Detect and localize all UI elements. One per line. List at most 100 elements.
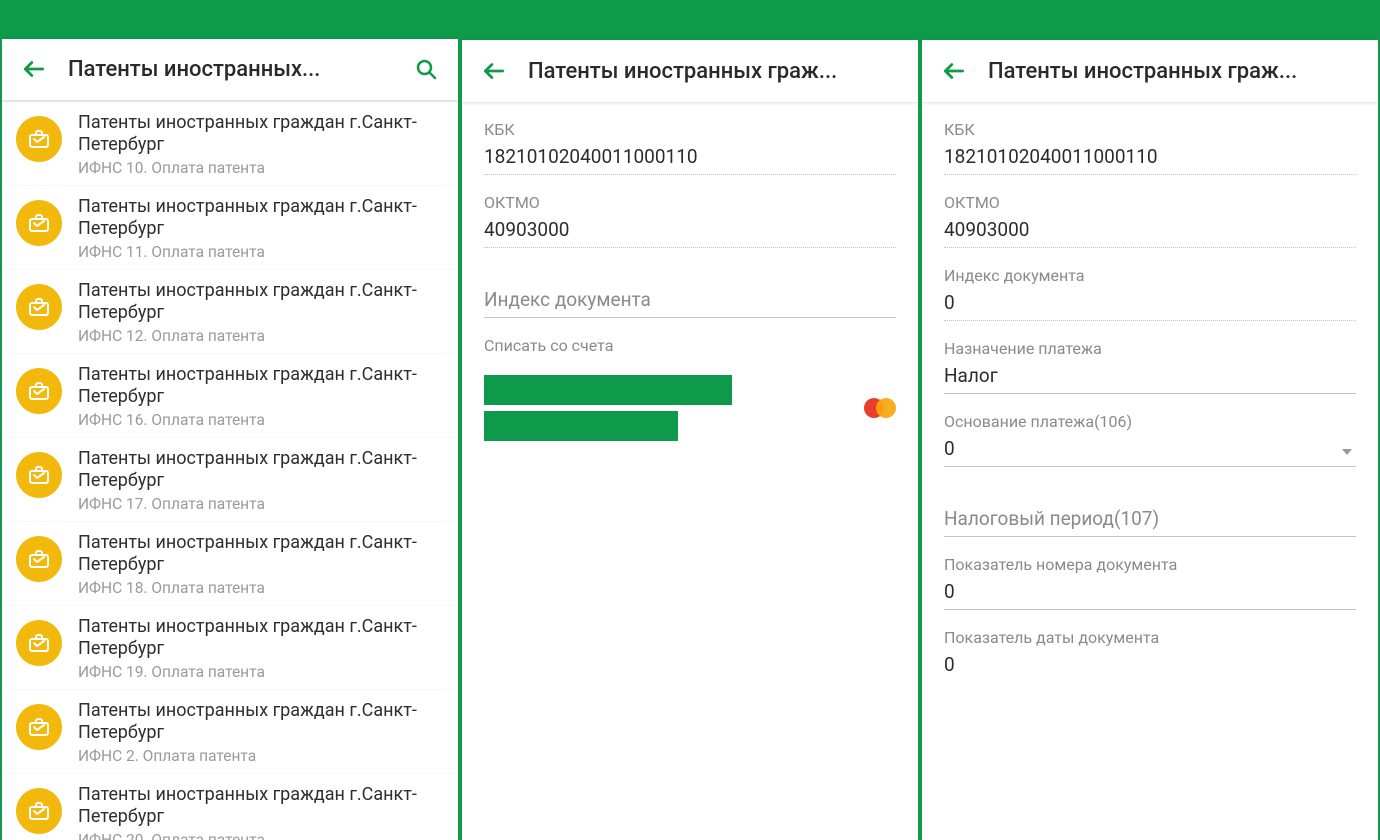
docnum-label: Показатель номера документа xyxy=(944,555,1356,574)
list-item-text: Патенты иностранных граждан г.Санкт-Пете… xyxy=(78,616,442,681)
page-title: Патенты иностранных... xyxy=(54,57,406,82)
list-item-title: Патенты иностранных граждан г.Санкт-Пете… xyxy=(78,448,442,493)
list-item-title: Патенты иностранных граждан г.Санкт-Пете… xyxy=(78,364,442,409)
back-button[interactable] xyxy=(14,49,54,89)
kbk-label: КБК xyxy=(484,120,896,139)
account-selector[interactable] xyxy=(484,361,896,441)
page-title: Патенты иностранных граж... xyxy=(514,59,906,84)
status-bar xyxy=(2,0,458,39)
list-item-sub: ИФНС 19. Оплата патента xyxy=(78,663,442,681)
list-item-sub: ИФНС 20. Оплата патента xyxy=(78,831,442,840)
briefcase-icon xyxy=(16,704,62,750)
screen-form-detailed: Патенты иностранных граж... КБК 18210102… xyxy=(920,0,1380,840)
search-icon xyxy=(414,57,438,81)
basis-value: 0 xyxy=(944,437,1356,467)
account-redacted xyxy=(484,375,732,441)
list-item[interactable]: Патенты иностранных граждан г.Санкт-Пете… xyxy=(2,438,458,521)
kbk-value[interactable]: 18210102040011000110 xyxy=(944,145,1356,175)
list-item[interactable]: Патенты иностранных граждан г.Санкт-Пете… xyxy=(2,690,458,773)
chevron-down-icon xyxy=(1342,449,1352,455)
back-arrow-icon xyxy=(941,58,967,84)
status-bar xyxy=(922,0,1378,40)
status-bar xyxy=(462,0,918,40)
purpose-label: Назначение платежа xyxy=(944,339,1356,358)
list-content[interactable]: Патенты иностранных граждан г.Санкт-Пете… xyxy=(2,100,458,840)
list-item-text: Патенты иностранных граждан г.Санкт-Пете… xyxy=(78,700,442,765)
list-item-title: Патенты иностранных граждан г.Санкт-Пете… xyxy=(78,112,442,157)
back-arrow-icon xyxy=(21,56,47,82)
back-button[interactable] xyxy=(934,51,974,91)
list-item-text: Патенты иностранных граждан г.Санкт-Пете… xyxy=(78,364,442,429)
oktmo-value[interactable]: 40903000 xyxy=(484,218,896,248)
docindex-field[interactable]: Индекс документа xyxy=(484,248,896,318)
briefcase-icon xyxy=(16,200,62,246)
list-item-title: Патенты иностранных граждан г.Санкт-Пете… xyxy=(78,532,442,577)
form-content[interactable]: КБК 18210102040011000110 ОКТМО 40903000 … xyxy=(922,102,1378,840)
list-item[interactable]: Патенты иностранных граждан г.Санкт-Пете… xyxy=(2,186,458,269)
list-item-title: Патенты иностранных граждан г.Санкт-Пете… xyxy=(78,784,442,829)
briefcase-icon xyxy=(16,116,62,162)
purpose-field: Назначение платежа Налог xyxy=(944,321,1356,394)
redacted-line xyxy=(484,375,732,405)
list-item[interactable]: Патенты иностранных граждан г.Санкт-Пете… xyxy=(2,522,458,605)
mastercard-icon xyxy=(864,398,896,418)
app-bar: Патенты иностранных граж... xyxy=(462,40,918,102)
redacted-line xyxy=(484,411,678,441)
purpose-value[interactable]: Налог xyxy=(944,364,1356,394)
list-item-text: Патенты иностранных граждан г.Санкт-Пете… xyxy=(78,532,442,597)
list-item-sub: ИФНС 18. Оплата патента xyxy=(78,579,442,597)
list-item[interactable]: Патенты иностранных граждан г.Санкт-Пете… xyxy=(2,606,458,689)
list-item[interactable]: Патенты иностранных граждан г.Санкт-Пете… xyxy=(2,270,458,353)
account-label: Списать со счета xyxy=(484,336,896,355)
briefcase-icon xyxy=(16,536,62,582)
providers-list: Патенты иностранных граждан г.Санкт-Пете… xyxy=(2,100,458,840)
docindex-value[interactable]: 0 xyxy=(944,291,1356,321)
briefcase-icon xyxy=(16,368,62,414)
list-item-sub: ИФНС 16. Оплата патента xyxy=(78,411,442,429)
basis-field[interactable]: Основание платежа(106) 0 xyxy=(944,394,1356,467)
list-item[interactable]: Патенты иностранных граждан г.Санкт-Пете… xyxy=(2,102,458,185)
list-item-text: Патенты иностранных граждан г.Санкт-Пете… xyxy=(78,448,442,513)
docnum-value[interactable]: 0 xyxy=(944,580,1356,610)
period-placeholder: Налоговый период(107) xyxy=(944,507,1356,537)
docnum-field: Показатель номера документа 0 xyxy=(944,537,1356,610)
list-item-title: Патенты иностранных граждан г.Санкт-Пете… xyxy=(78,280,442,325)
list-item[interactable]: Патенты иностранных граждан г.Санкт-Пете… xyxy=(2,354,458,437)
page-title: Патенты иностранных граж... xyxy=(974,59,1366,84)
oktmo-value[interactable]: 40903000 xyxy=(944,218,1356,248)
list-item-text: Патенты иностранных граждан г.Санкт-Пете… xyxy=(78,112,442,177)
briefcase-icon xyxy=(16,284,62,330)
period-field[interactable]: Налоговый период(107) xyxy=(944,467,1356,537)
oktmo-label: ОКТМО xyxy=(484,193,896,212)
list-item-title: Патенты иностранных граждан г.Санкт-Пете… xyxy=(78,616,442,661)
list-item-text: Патенты иностранных граждан г.Санкт-Пете… xyxy=(78,196,442,261)
list-item-text: Патенты иностранных граждан г.Санкт-Пете… xyxy=(78,280,442,345)
docindex-field: Индекс документа 0 xyxy=(944,248,1356,321)
list-item-sub: ИФНС 10. Оплата патента xyxy=(78,159,442,177)
back-arrow-icon xyxy=(481,58,507,84)
docindex-label: Индекс документа xyxy=(944,266,1356,285)
list-item-sub: ИФНС 2. Оплата патента xyxy=(78,747,442,765)
screen-list: Патенты иностранных... Патенты иностранн… xyxy=(0,0,460,840)
list-item-text: Патенты иностранных граждан г.Санкт-Пете… xyxy=(78,784,442,840)
briefcase-icon xyxy=(16,452,62,498)
back-button[interactable] xyxy=(474,51,514,91)
briefcase-icon xyxy=(16,788,62,834)
kbk-label: КБК xyxy=(944,120,1356,139)
list-item-sub: ИФНС 17. Оплата патента xyxy=(78,495,442,513)
oktmo-field: ОКТМО 40903000 xyxy=(944,175,1356,248)
oktmo-label: ОКТМО xyxy=(944,193,1356,212)
list-item-title: Патенты иностранных граждан г.Санкт-Пете… xyxy=(78,700,442,745)
list-item-sub: ИФНС 12. Оплата патента xyxy=(78,327,442,345)
kbk-field: КБК 18210102040011000110 xyxy=(944,102,1356,175)
docdate-value[interactable]: 0 xyxy=(944,653,1356,682)
form-content[interactable]: КБК 18210102040011000110 ОКТМО 40903000 … xyxy=(462,102,918,840)
docdate-field: Показатель даты документа 0 xyxy=(944,610,1356,682)
list-item[interactable]: Патенты иностранных граждан г.Санкт-Пете… xyxy=(2,774,458,840)
app-bar: Патенты иностранных... xyxy=(2,39,458,100)
search-button[interactable] xyxy=(406,49,446,89)
account-field: Списать со счета xyxy=(484,318,896,355)
list-item-title: Патенты иностранных граждан г.Санкт-Пете… xyxy=(78,196,442,241)
app-bar: Патенты иностранных граж... xyxy=(922,40,1378,102)
kbk-value[interactable]: 18210102040011000110 xyxy=(484,145,896,175)
